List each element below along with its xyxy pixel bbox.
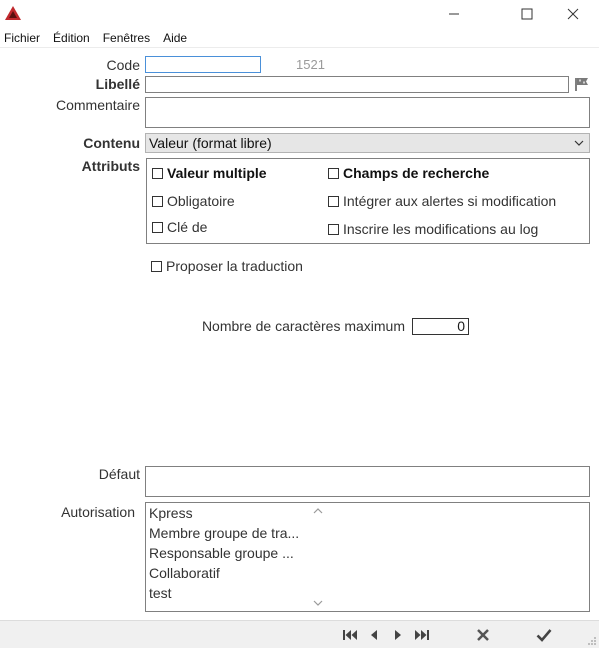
autorisation-list-items: Kpress Membre groupe de tra... Responsab…: [146, 503, 326, 611]
validate-check-icon: [536, 629, 552, 642]
autorisation-list[interactable]: Kpress Membre groupe de tra... Responsab…: [145, 502, 590, 612]
app-logo-icon: [5, 6, 21, 20]
menu-edition[interactable]: Édition: [49, 31, 90, 45]
contenu-select[interactable]: Valeur (format libre): [145, 133, 590, 153]
max-chars-input[interactable]: 0: [412, 318, 469, 335]
minimize-icon: [449, 13, 459, 15]
commentaire-textarea[interactable]: [145, 97, 590, 128]
first-record-icon: [343, 630, 357, 640]
cancel-button[interactable]: [473, 626, 493, 644]
libelle-input[interactable]: [145, 76, 569, 93]
maximize-icon: [521, 8, 533, 20]
close-icon: [567, 8, 579, 20]
checkbox-box: [152, 168, 163, 179]
obligatoire-label: Obligatoire: [167, 193, 235, 209]
minimize-button[interactable]: [431, 0, 477, 28]
flag-icon[interactable]: [574, 77, 590, 91]
resize-grip-icon[interactable]: [587, 636, 597, 646]
inscrire-log-checkbox[interactable]: Inscrire les modifications au log: [328, 221, 538, 237]
max-chars-value: 0: [457, 318, 465, 334]
code-input[interactable]: [145, 56, 261, 73]
cle-de-checkbox[interactable]: Clé de: [152, 219, 207, 235]
defaut-label: Défaut: [98, 466, 140, 482]
previous-record-icon: [371, 630, 377, 640]
list-item[interactable]: Kpress: [146, 503, 326, 523]
valeur-multiple-checkbox[interactable]: Valeur multiple: [152, 165, 267, 181]
scroll-down-icon[interactable]: [313, 599, 323, 607]
scroll-up-icon[interactable]: [313, 507, 323, 515]
chevron-down-icon: [574, 140, 584, 146]
champs-recherche-label: Champs de recherche: [343, 165, 490, 181]
validate-button[interactable]: [534, 626, 554, 644]
contenu-label: Contenu: [83, 135, 140, 151]
title-bar: [0, 0, 599, 28]
maximize-button[interactable]: [504, 0, 550, 28]
inscrire-log-label: Inscrire les modifications au log: [343, 221, 539, 237]
cancel-icon: [477, 629, 489, 641]
checkbox-box: [151, 261, 162, 272]
first-record-button[interactable]: [340, 626, 360, 644]
menu-fenetres[interactable]: Fenêtres: [99, 31, 150, 45]
checkbox-box: [152, 196, 163, 207]
record-toolbar: [0, 620, 599, 648]
cle-de-label: Clé de: [167, 219, 208, 235]
proposer-traduction-label: Proposer la traduction: [166, 258, 303, 274]
menu-aide[interactable]: Aide: [159, 31, 187, 45]
list-item[interactable]: Membre groupe de tra...: [146, 523, 326, 543]
commentaire-label: Commentaire: [55, 97, 140, 113]
checkbox-box: [328, 196, 339, 207]
checkbox-box: [328, 168, 339, 179]
last-record-button[interactable]: [412, 626, 432, 644]
attributs-group: Valeur multiple Champs de recherche Obli…: [146, 158, 590, 244]
last-record-icon: [415, 630, 429, 640]
list-item[interactable]: Responsable groupe ...: [146, 543, 326, 563]
proposer-traduction-checkbox[interactable]: Proposer la traduction: [151, 258, 303, 274]
list-scrollbar[interactable]: [310, 503, 326, 611]
obligatoire-checkbox[interactable]: Obligatoire: [152, 193, 235, 209]
integrer-alertes-checkbox[interactable]: Intégrer aux alertes si modification: [328, 193, 556, 209]
valeur-multiple-label: Valeur multiple: [167, 165, 267, 181]
menu-fichier[interactable]: Fichier: [0, 31, 40, 45]
max-chars-label: Nombre de caractères maximum: [201, 318, 405, 334]
previous-record-button[interactable]: [364, 626, 384, 644]
contenu-selected-value: Valeur (format libre): [149, 135, 272, 151]
autorisation-label: Autorisation: [61, 504, 135, 520]
attributs-label: Attributs: [81, 158, 140, 174]
checkbox-box: [328, 224, 339, 235]
list-item[interactable]: Collaboratif: [146, 563, 326, 583]
close-button[interactable]: [550, 0, 596, 28]
next-record-icon: [395, 630, 401, 640]
next-record-button[interactable]: [388, 626, 408, 644]
defaut-textarea[interactable]: [145, 466, 590, 497]
champs-recherche-checkbox[interactable]: Champs de recherche: [328, 165, 489, 181]
code-number: 1521: [296, 57, 325, 72]
code-label: Code: [106, 57, 140, 73]
integrer-alertes-label: Intégrer aux alertes si modification: [343, 193, 557, 209]
menu-bar: Fichier Édition Fenêtres Aide: [0, 28, 599, 48]
libelle-label: Libellé: [95, 76, 140, 92]
checkbox-box: [152, 222, 163, 233]
list-item[interactable]: test: [146, 583, 326, 603]
